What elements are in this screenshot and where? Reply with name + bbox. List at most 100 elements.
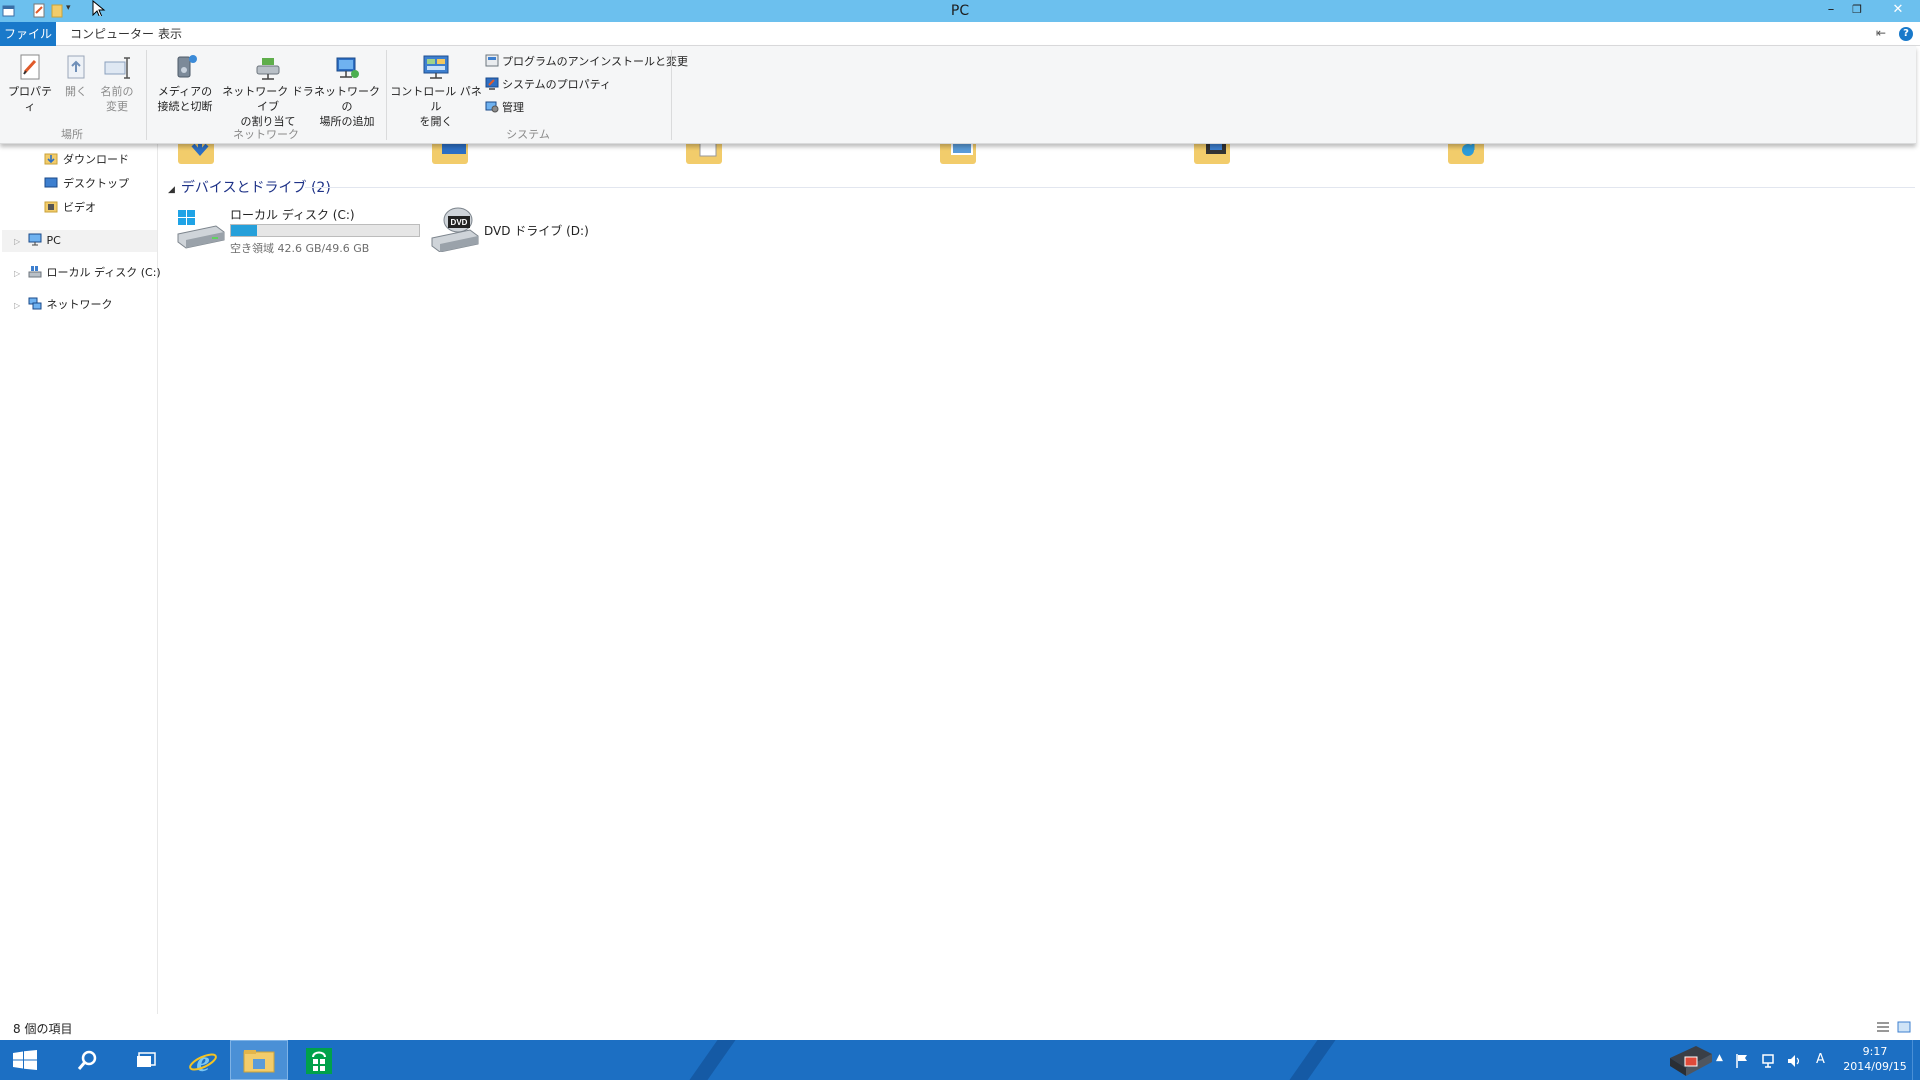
collapse-section-icon[interactable]: ◢ (168, 185, 175, 195)
internet-explorer-icon: e (189, 1046, 217, 1076)
ime-mode-indicator[interactable]: A (1816, 1052, 1825, 1067)
window-title: PC (950, 3, 970, 19)
task-view-icon (137, 1052, 156, 1067)
group-network-label: ネットワーク (233, 128, 299, 141)
nav-item-network[interactable]: ▷ ネットワーク (14, 295, 113, 315)
internet-explorer-button[interactable]: e (174, 1040, 232, 1080)
large-icons-view-icon[interactable] (1897, 1021, 1911, 1033)
title-bar[interactable]: ▾ PC – ❐ ✕ (0, 0, 1920, 22)
status-bar: 8 個の項目 (0, 1014, 1920, 1040)
tab-file[interactable]: ファイル (0, 22, 56, 46)
videos-film-icon (1206, 144, 1226, 154)
open-icon (67, 55, 85, 79)
dvd-drive-icon: DVD (431, 207, 479, 252)
manage-button[interactable]: 管理 (485, 100, 524, 116)
file-explorer-button[interactable] (230, 1040, 288, 1080)
search-icon (77, 1050, 97, 1070)
volume-icon[interactable] (1786, 1053, 1802, 1069)
expand-network-icon[interactable]: ▷ (14, 296, 24, 316)
content-pane: ◢ デバイスとドライブ (2) ローカル ディスク (C:) 空き領域 42.6 … (160, 144, 1920, 1014)
nav-label-videos: ビデオ (63, 201, 96, 214)
nav-item-videos[interactable]: ビデオ (44, 198, 96, 218)
music-note-icon (1462, 144, 1475, 156)
expand-local-disk-icon[interactable]: ▷ (14, 264, 24, 284)
store-icon (306, 1048, 332, 1074)
addnet-label-line1: ネットワークの (314, 85, 380, 113)
clock-date: 2014/09/15 (1843, 1060, 1907, 1073)
nav-item-downloads[interactable]: ダウンロード (44, 150, 129, 170)
close-button[interactable]: ✕ (1882, 0, 1914, 22)
network-location-icon (336, 57, 359, 78)
open-button[interactable]: 開く (58, 52, 94, 99)
media-connect-button[interactable]: メディアの 接続と切断 (150, 52, 220, 114)
minimize-button[interactable]: – (1818, 0, 1844, 22)
system-properties-icon (485, 77, 499, 90)
drive-c-usage-fill (231, 225, 258, 236)
local-disk-icon (28, 266, 41, 278)
media-device-icon (177, 55, 197, 78)
desktop-screen-icon (442, 144, 466, 154)
ribbon: プロパティ 開く 名前の 変更 場所 メディアの 接続と切断 ネットワーク ドラ… (0, 46, 1916, 144)
nav-item-desktop[interactable]: デスクトップ (44, 174, 129, 194)
drive-d-tile[interactable]: DVD DVD ドライブ (D:) (430, 204, 630, 254)
nav-label-desktop: デスクトップ (63, 177, 129, 190)
system-properties-button[interactable]: システムのプロパティ (485, 77, 611, 93)
media-label-line2: 接続と切断 (157, 100, 213, 113)
rename-label-line2: 変更 (106, 100, 128, 113)
explorer-window: ▾ PC – ❐ ✕ ファイル コンピューター 表示 ⇤ ? プロパティ 開く … (0, 0, 1920, 1040)
nav-item-pc[interactable]: ▷ PC (14, 231, 61, 251)
programs-icon (485, 54, 499, 67)
desktop-folder-icon (44, 177, 58, 188)
store-button[interactable] (290, 1040, 348, 1080)
folder-documents-tile[interactable] (686, 144, 722, 166)
task-view-button[interactable] (116, 1040, 174, 1080)
network-drive-icon (256, 58, 280, 80)
show-desktop-button[interactable] (1912, 1040, 1920, 1080)
uninstall-program-button[interactable]: プログラムのアンインストールと変更 (485, 54, 688, 70)
open-control-panel-button[interactable]: コントロール パネル を開く (390, 52, 482, 129)
navigation-pane: ダウンロード デスクトップ ビデオ ▷ PC ▷ ローカル ディスク (C:) … (0, 144, 161, 1014)
folder-music-tile[interactable] (1448, 144, 1484, 166)
expand-pc-icon[interactable]: ▷ (14, 232, 24, 252)
group-divider (671, 50, 672, 140)
start-button[interactable] (0, 1040, 58, 1080)
show-hidden-icons[interactable]: ▲ (1716, 1053, 1723, 1063)
local-disk-drive-icon (177, 210, 225, 249)
mapdrive-label-line1: ネットワーク ドライブ (222, 85, 314, 113)
folder-desktop-tile[interactable] (432, 144, 468, 166)
properties-label: プロパティ (8, 85, 52, 113)
restore-button[interactable]: ❐ (1844, 0, 1870, 22)
wallpaper-stripe (675, 1040, 743, 1080)
minimize-ribbon-icon[interactable]: ⇤ (1876, 26, 1886, 40)
drive-c-tile[interactable]: ローカル ディスク (C:) 空き領域 42.6 GB/49.6 GB (176, 204, 436, 255)
section-header-label: デバイスとドライブ (2) (180, 180, 331, 196)
nav-item-local-disk[interactable]: ▷ ローカル ディスク (C:) (14, 263, 161, 283)
file-explorer-icon (243, 1050, 275, 1073)
folder-downloads-tile[interactable] (178, 144, 214, 166)
pc-icon (28, 233, 41, 246)
wallpaper-stripe (1275, 1040, 1343, 1080)
properties-button[interactable]: プロパティ (4, 52, 56, 114)
rename-button[interactable]: 名前の 変更 (96, 52, 138, 114)
nav-label-pc: PC (46, 234, 61, 247)
clock[interactable]: 9:17 2014/09/15 (1840, 1045, 1910, 1073)
map-network-drive-button[interactable]: ネットワーク ドライブ の割り当て (222, 52, 314, 129)
search-button[interactable] (58, 1040, 116, 1080)
network-status-icon[interactable] (1762, 1053, 1778, 1069)
computer-management-icon (485, 101, 499, 113)
item-count: 8 個の項目 (13, 1022, 73, 1036)
group-system-label: システム (506, 128, 550, 141)
folder-videos-tile[interactable] (1194, 144, 1230, 166)
media-label-line1: メディアの (157, 85, 213, 98)
downloads-folder-icon (44, 153, 58, 165)
tab-view[interactable]: 表示 (146, 22, 194, 46)
properties-icon (20, 54, 40, 80)
folder-pictures-tile[interactable] (940, 144, 976, 166)
help-icon[interactable]: ? (1899, 27, 1913, 41)
flag-icon[interactable] (1735, 1053, 1749, 1069)
details-view-icon[interactable] (1876, 1021, 1890, 1033)
open-label: 開く (65, 85, 87, 98)
clock-time: 9:17 (1862, 1045, 1888, 1058)
action-center-icon[interactable] (1684, 1056, 1698, 1068)
add-network-location-button[interactable]: ネットワークの 場所の追加 (314, 52, 380, 129)
